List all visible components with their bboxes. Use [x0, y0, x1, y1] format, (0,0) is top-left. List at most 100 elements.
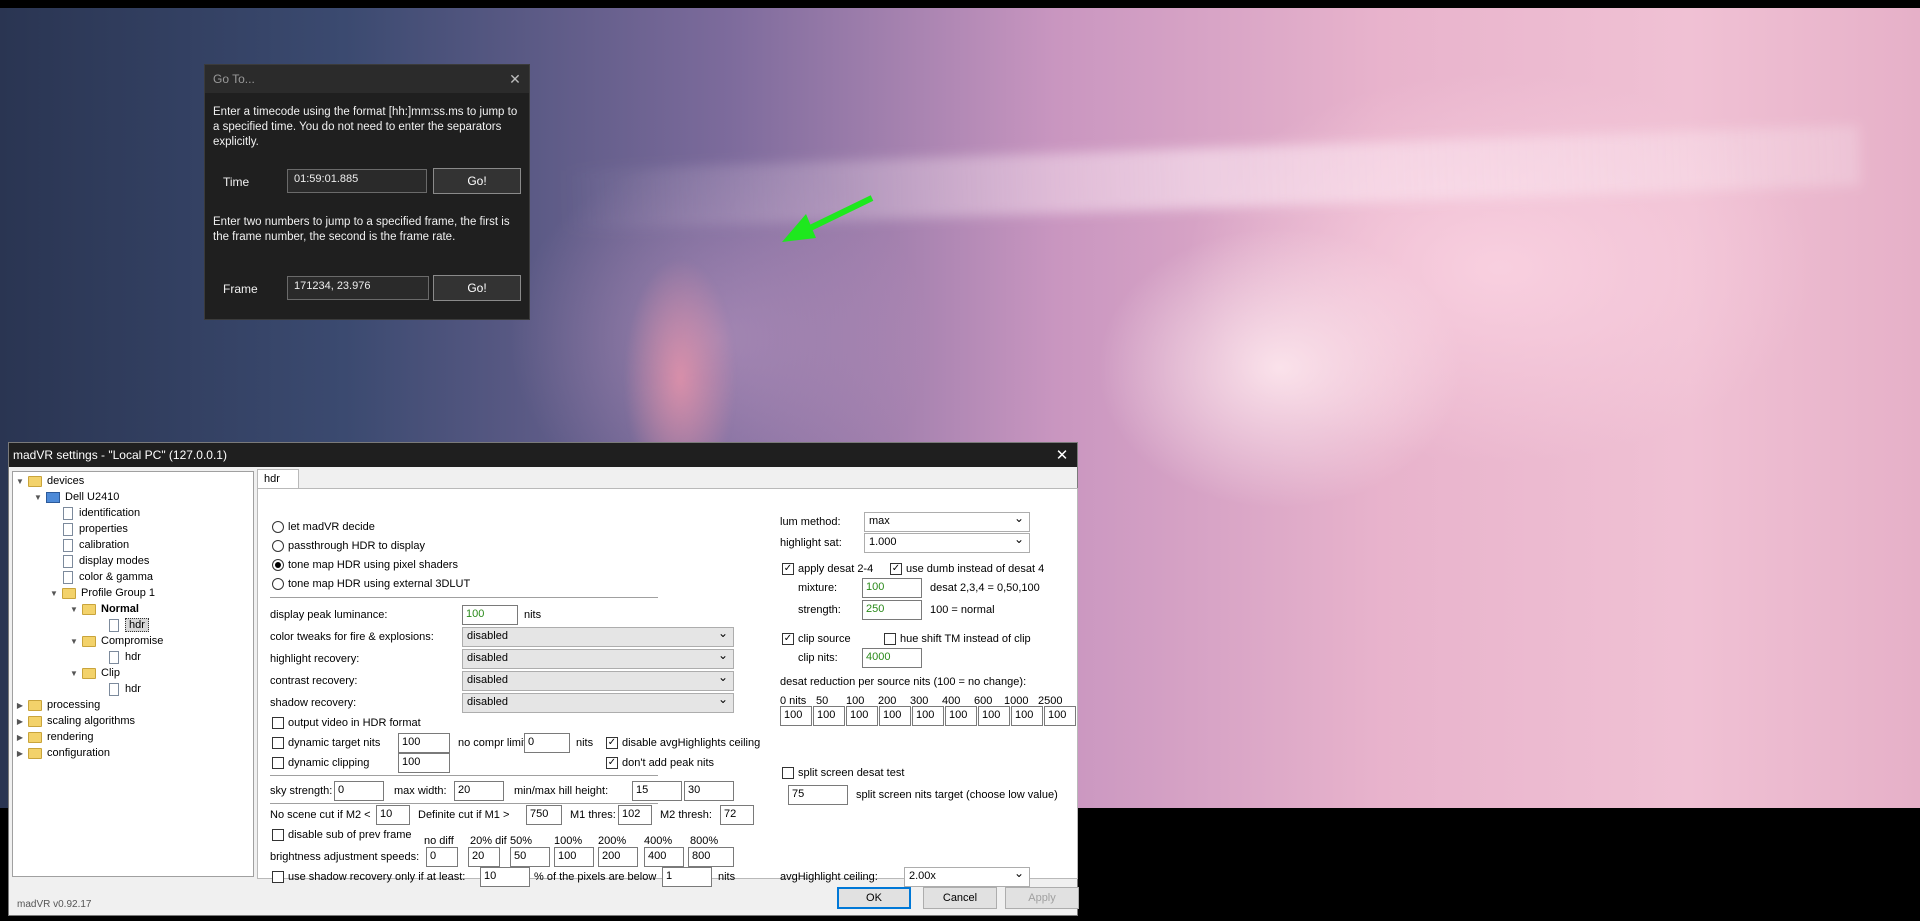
mix-input[interactable]: 100	[862, 578, 922, 598]
radio-pixel-shaders[interactable]	[272, 559, 284, 571]
dyn-target-input[interactable]: 100	[398, 733, 450, 753]
chevron-down-icon[interactable]: ▼	[69, 605, 79, 614]
hill-max-input[interactable]: 30	[684, 781, 734, 801]
highlight-select[interactable]: disabled	[462, 648, 734, 669]
speed-input-3[interactable]: 100	[554, 847, 594, 867]
radio-passthrough-label: passthrough HDR to display	[288, 540, 425, 552]
sky-input[interactable]: 0	[334, 781, 384, 801]
chevron-right-icon[interactable]: ▶	[15, 717, 25, 726]
contrast-select[interactable]: disabled	[462, 670, 734, 691]
fire-label: color tweaks for fire & explosions:	[270, 631, 434, 643]
mix-label: mixture:	[798, 582, 838, 594]
tree-item-identification[interactable]: identification	[63, 505, 140, 521]
tree-item-rendering[interactable]: ▶ rendering	[15, 729, 94, 745]
disable-avg-checkbox[interactable]: ✓	[606, 737, 618, 749]
radio-passthrough[interactable]	[272, 540, 284, 552]
tree-item-display-modes[interactable]: display modes	[63, 553, 149, 569]
tree-item-processing[interactable]: ▶ processing	[15, 697, 100, 713]
peak-input[interactable]: 100	[462, 605, 518, 625]
close-icon[interactable]: ✕	[501, 71, 529, 88]
output-hdr-checkbox[interactable]	[272, 717, 284, 729]
radio-3dlut[interactable]	[272, 578, 284, 590]
frame-input[interactable]: 171234, 23.976	[287, 276, 429, 300]
chevron-down-icon[interactable]: ▼	[69, 637, 79, 646]
tree-item-hdr-compromise[interactable]: hdr	[109, 649, 141, 665]
tree-item-devices[interactable]: ▼ devices	[15, 473, 84, 489]
desat-input-5[interactable]: 100	[945, 706, 977, 726]
maxw-input[interactable]: 20	[454, 781, 504, 801]
chevron-down-icon[interactable]: ▼	[15, 477, 25, 486]
desat-input-7[interactable]: 100	[1011, 706, 1043, 726]
tree-item-normal[interactable]: ▼ Normal	[69, 601, 139, 617]
chevron-right-icon[interactable]: ▶	[15, 701, 25, 710]
ok-button[interactable]: OK	[837, 887, 911, 909]
apply-button[interactable]: Apply	[1005, 887, 1079, 909]
shadow-select[interactable]: disabled	[462, 692, 734, 713]
sat-select[interactable]: 1.000	[864, 532, 1030, 553]
fire-select[interactable]: disabled	[462, 626, 734, 647]
tree-item-clip[interactable]: ▼ Clip	[69, 665, 120, 681]
speed-input-4[interactable]: 200	[598, 847, 638, 867]
speed-input-5[interactable]: 400	[644, 847, 684, 867]
dyn-target-checkbox[interactable]	[272, 737, 284, 749]
clip-source-checkbox[interactable]: ✓	[782, 633, 794, 645]
tree-item-scaling[interactable]: ▶ scaling algorithms	[15, 713, 135, 729]
desat-input-1[interactable]: 100	[813, 706, 845, 726]
time-go-button[interactable]: Go!	[433, 168, 521, 194]
speed-input-6[interactable]: 800	[688, 847, 734, 867]
tree-item-configuration[interactable]: ▶ configuration	[15, 745, 110, 761]
speed-input-0[interactable]: 0	[426, 847, 458, 867]
folder-icon	[62, 587, 76, 599]
tree-item-display[interactable]: ▼ Dell U2410	[33, 489, 119, 505]
tree-item-color-gamma[interactable]: color & gamma	[63, 569, 153, 585]
lum-select[interactable]: max	[864, 511, 1030, 532]
chevron-down-icon[interactable]: ▼	[33, 493, 43, 502]
tree-item-hdr-normal[interactable]: hdr	[109, 617, 149, 633]
split-input[interactable]: 75	[788, 785, 848, 805]
tree-item-profile-group[interactable]: ▼ Profile Group 1	[49, 585, 155, 601]
clipnits-input[interactable]: 4000	[862, 648, 922, 668]
desat-input-4[interactable]: 100	[912, 706, 944, 726]
str-input[interactable]: 250	[862, 600, 922, 620]
chevron-down-icon[interactable]: ▼	[49, 589, 59, 598]
no-compr-input[interactable]: 0	[524, 733, 570, 753]
time-input[interactable]: 01:59:01.885	[287, 169, 427, 193]
hill-min-input[interactable]: 15	[632, 781, 682, 801]
speed-input-2[interactable]: 50	[510, 847, 550, 867]
hue-shift-checkbox[interactable]	[884, 633, 896, 645]
desat-input-0[interactable]: 100	[780, 706, 812, 726]
shadow-only-checkbox[interactable]	[272, 871, 284, 883]
tree-item-hdr-clip[interactable]: hdr	[109, 681, 141, 697]
speed-input-1[interactable]: 20	[468, 847, 500, 867]
dyn-clip-checkbox[interactable]	[272, 757, 284, 769]
chevron-right-icon[interactable]: ▶	[15, 749, 25, 758]
tree-item-calibration[interactable]: calibration	[63, 537, 129, 553]
dont-add-checkbox[interactable]: ✓	[606, 757, 618, 769]
desat-input-3[interactable]: 100	[879, 706, 911, 726]
disable-sub-checkbox[interactable]	[272, 829, 284, 841]
radio-let-madvr[interactable]	[272, 521, 284, 533]
desat-input-8[interactable]: 100	[1044, 706, 1076, 726]
close-icon[interactable]: ✕	[1047, 446, 1077, 464]
frame-intro: Enter two numbers to jump to a specified…	[213, 216, 510, 243]
tab-hdr[interactable]: hdr	[257, 469, 299, 489]
chevron-down-icon[interactable]: ▼	[69, 669, 79, 678]
desat-input-2[interactable]: 100	[846, 706, 878, 726]
dyn-clip-input[interactable]: 100	[398, 753, 450, 773]
noscene-input[interactable]: 10	[376, 805, 410, 825]
cancel-button[interactable]: Cancel	[923, 887, 997, 909]
apply-desat-checkbox[interactable]: ✓	[782, 563, 794, 575]
tree-item-properties[interactable]: properties	[63, 521, 128, 537]
shadow-only-input[interactable]: 10	[480, 867, 530, 887]
split-test-checkbox[interactable]	[782, 767, 794, 779]
avg-select[interactable]: 2.00x	[904, 866, 1030, 887]
tree-item-compromise[interactable]: ▼ Compromise	[69, 633, 163, 649]
use-dumb-checkbox[interactable]: ✓	[890, 563, 902, 575]
frame-go-button[interactable]: Go!	[433, 275, 521, 301]
desat-input-6[interactable]: 100	[978, 706, 1010, 726]
m1-input[interactable]: 102	[618, 805, 652, 825]
pct-input[interactable]: 1	[662, 867, 712, 887]
defcut-input[interactable]: 750	[526, 805, 562, 825]
chevron-right-icon[interactable]: ▶	[15, 733, 25, 742]
m2-input[interactable]: 72	[720, 805, 754, 825]
